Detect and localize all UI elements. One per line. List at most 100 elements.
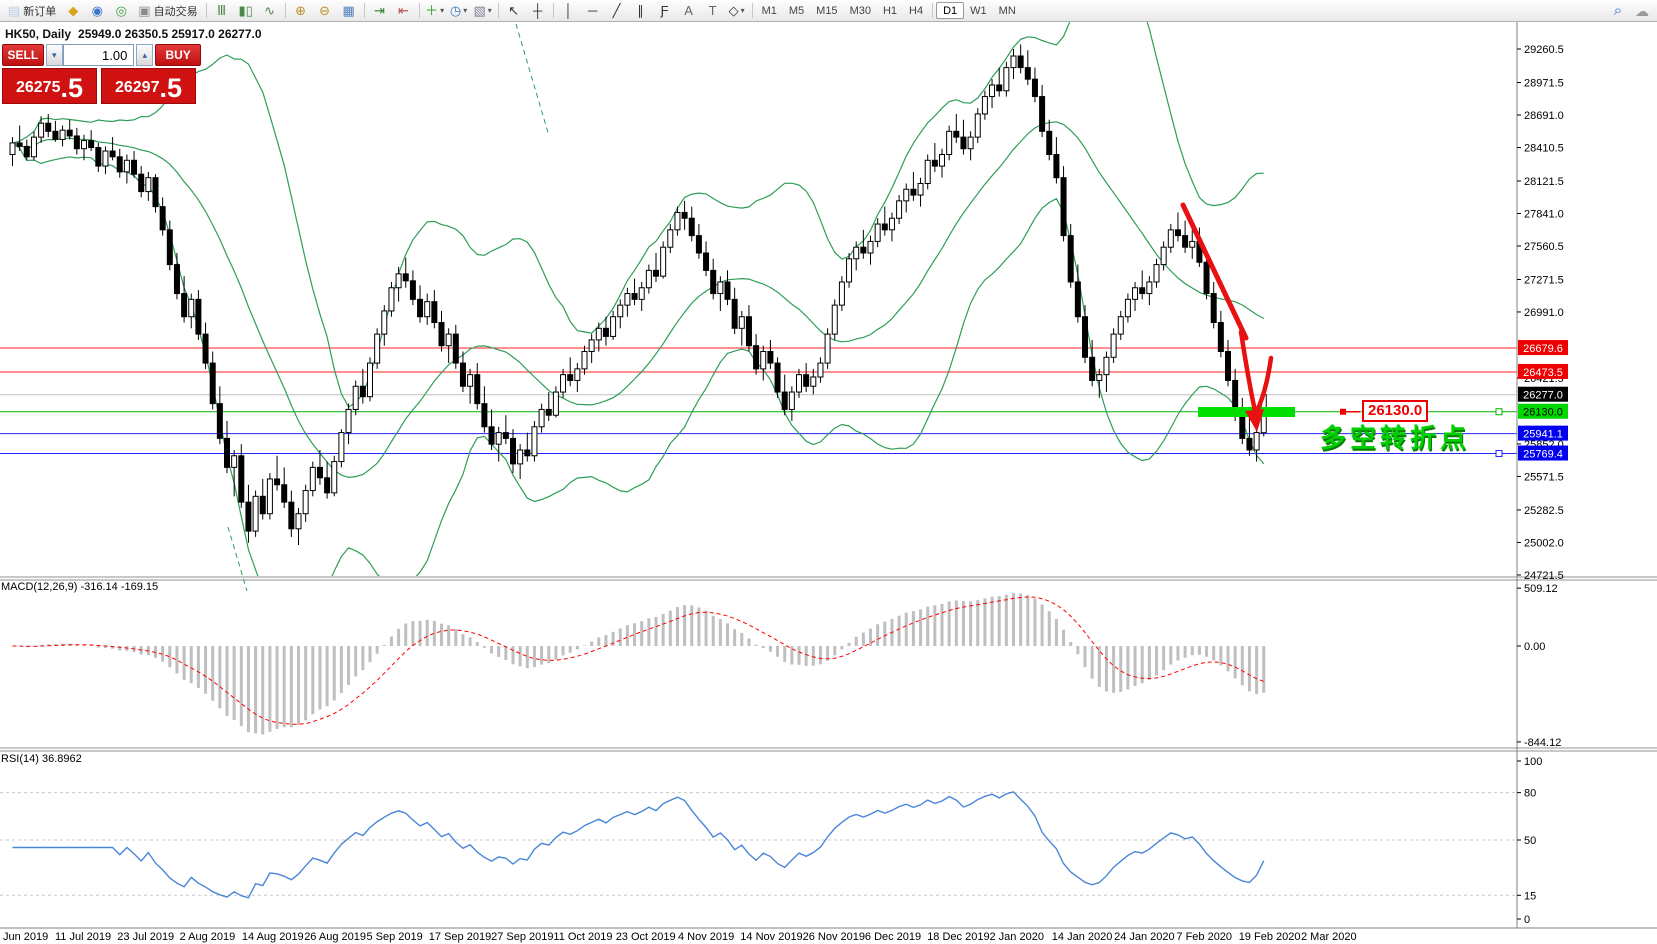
line-handle[interactable] <box>1495 450 1503 458</box>
price-tick-label: 28691.0 <box>1524 110 1564 122</box>
timeframe-button-h4[interactable]: H4 <box>903 2 929 20</box>
candle-body <box>1217 322 1224 352</box>
cursor-button[interactable]: ↖ <box>502 2 526 20</box>
timeframe-button-m30[interactable]: M30 <box>844 2 877 20</box>
candle-body <box>123 159 130 173</box>
line-handle[interactable] <box>1495 408 1503 416</box>
price-line-badge-label: 26679.6 <box>1523 343 1563 355</box>
sell-price[interactable]: 26275.5 <box>2 68 97 104</box>
candle-body <box>1239 414 1246 439</box>
candle-body <box>374 333 381 364</box>
candle-body <box>681 211 688 219</box>
timeframe-button-m5[interactable]: M5 <box>783 2 810 20</box>
vertical-line-button[interactable]: │ <box>557 2 581 20</box>
timeframe-button-mn[interactable]: MN <box>993 2 1022 20</box>
annotation-text[interactable]: 多空转折点 <box>1320 418 1470 455</box>
crosshair-button[interactable]: ┼ <box>526 2 550 20</box>
candle-body <box>73 135 80 150</box>
horizontal-line-button[interactable]: ─ <box>581 2 605 20</box>
timeframe-button-d1[interactable]: D1 <box>936 2 965 19</box>
date-label: 17 Sep 2019 <box>429 931 491 943</box>
timeframe-button-m15[interactable]: M15 <box>810 2 843 20</box>
bar-chart-icon[interactable]: Ⅲ <box>210 2 234 20</box>
candle-body <box>1017 55 1024 69</box>
arrows-menu-button[interactable]: ◇ ▾ <box>725 2 749 20</box>
candle-body <box>1153 264 1160 283</box>
candle-body <box>66 129 73 137</box>
tile-windows-icon[interactable]: ▦ <box>337 2 361 20</box>
sell-button[interactable]: SELL <box>2 44 44 66</box>
signals-icon[interactable]: ◎ <box>109 2 133 20</box>
candle-body <box>1024 67 1031 80</box>
new-order-button[interactable]: ▤ 新订单 <box>3 2 61 20</box>
timeframe-button-w1[interactable]: W1 <box>964 2 993 20</box>
rsi-axis-label: 50 <box>1524 835 1536 847</box>
candle-body <box>753 345 760 370</box>
buy-button[interactable]: BUY <box>155 44 202 66</box>
text-label-glyph: T <box>708 3 717 18</box>
candle-body <box>1124 298 1131 318</box>
buy-price[interactable]: 26297.5 <box>101 68 196 104</box>
indicators-menu-button[interactable]: ＋ ▾ <box>423 2 447 20</box>
fibonacci-button[interactable]: Ƒ <box>653 2 677 20</box>
search-icon[interactable]: ⌕ <box>1606 2 1630 20</box>
templates-menu-button[interactable]: ▧ ▾ <box>471 2 495 20</box>
candle-body <box>88 140 95 149</box>
candle-body <box>660 246 667 277</box>
timeframe-button-h1[interactable]: H1 <box>877 2 903 20</box>
candle-body <box>424 301 431 318</box>
volume-input[interactable]: 1.00 <box>62 44 135 66</box>
rsi-indicator-label: RSI(14) 36.8962 <box>1 753 82 765</box>
candle-body <box>602 327 609 337</box>
zoom-in-icon[interactable]: ⊕ <box>289 2 313 20</box>
candle-body <box>38 122 45 138</box>
price-line-badge-label: 26473.5 <box>1523 367 1563 379</box>
cursor-glyph: ↖ <box>508 3 520 18</box>
candle-body <box>331 461 338 494</box>
arrow-curve[interactable] <box>1238 329 1259 418</box>
line-chart-icon[interactable]: ∿ <box>258 2 282 20</box>
callout-handle[interactable] <box>1340 408 1346 415</box>
candle-body <box>288 501 295 530</box>
candle-body <box>738 316 745 329</box>
gold-icon[interactable]: ◆ <box>61 2 85 20</box>
periods-menu-button[interactable]: ◷ ▾ <box>447 2 471 20</box>
trendline-button[interactable]: ╱ <box>605 2 629 20</box>
candle-body <box>981 96 988 115</box>
timeframe-button-m1[interactable]: M1 <box>756 2 783 20</box>
chart-canvas[interactable]: 29260.5 28971.5 28691.0 28410.5 28121.5 27841… <box>0 0 1657 944</box>
rsi-axis-label: 100 <box>1524 756 1542 768</box>
candle-body <box>102 150 109 167</box>
volume-increase-button[interactable]: ▴ <box>136 44 154 66</box>
candle-body <box>23 145 30 158</box>
candle-body <box>552 391 559 416</box>
price-tick-label: 27271.5 <box>1524 274 1564 286</box>
zoom-out-icon[interactable]: ⊖ <box>313 2 337 20</box>
candle-body <box>95 147 102 167</box>
price-line-badge-label: 25769.4 <box>1523 449 1563 461</box>
candle-body <box>595 327 602 341</box>
candle-body <box>359 385 366 398</box>
price-tick-label: 27560.5 <box>1524 241 1564 253</box>
chat-icon[interactable]: ☁ <box>1630 2 1654 20</box>
auto-trading-button[interactable]: ▣ 自动交易 <box>133 2 202 20</box>
community-icon[interactable]: ◉ <box>85 2 109 20</box>
candle-body <box>1182 235 1189 248</box>
candle-body <box>1031 78 1038 98</box>
macd-axis-label: 0.00 <box>1524 641 1545 653</box>
dashed-trendline[interactable] <box>227 526 248 592</box>
toolbar: ▤ 新订单 ◆ ◉ ◎ ▣ 自动交易 Ⅲ ▮▯ ∿ ⊕ ⊖ ▦ ⇥ ⇤ ＋ ▾ ◷ ▾ ▧ ▾ ↖ ┼ │ ─ ╱ ∥ Ƒ A T ◇ ▾ M1… <box>0 0 1657 22</box>
auto-scroll-icon[interactable]: ⇥ <box>368 2 392 20</box>
candle-body <box>881 223 888 231</box>
volume-decrease-button[interactable]: ▾ <box>45 44 63 66</box>
date-label: 23 Jul 2019 <box>117 931 174 943</box>
equidistant-channel-button[interactable]: ∥ <box>629 2 653 20</box>
rsi-pane <box>0 791 1517 899</box>
text-button[interactable]: A <box>677 2 701 20</box>
toolbar-separator <box>751 3 753 18</box>
candlestick-chart-icon[interactable]: ▮▯ <box>234 2 258 20</box>
candle-body <box>145 177 152 193</box>
candle-body <box>710 269 717 295</box>
text-label-button[interactable]: T <box>701 2 725 20</box>
chart-shift-icon[interactable]: ⇤ <box>392 2 416 20</box>
